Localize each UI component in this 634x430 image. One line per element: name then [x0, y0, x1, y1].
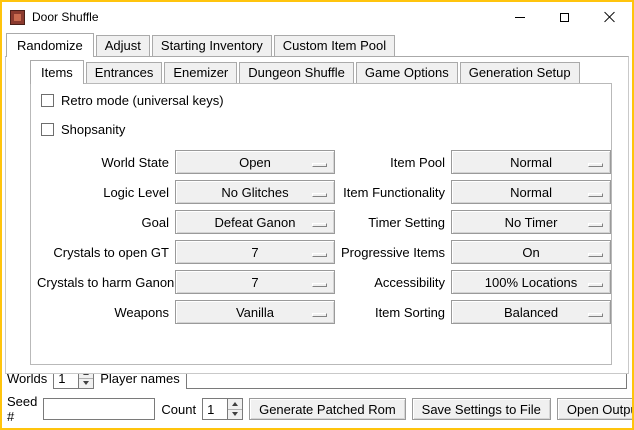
progressive-items-dropdown[interactable]: On — [451, 240, 611, 264]
weapons-dropdown[interactable]: Vanilla — [175, 300, 335, 324]
item-pool-label: Item Pool — [341, 155, 445, 170]
crystals-gt-dropdown[interactable]: 7 — [175, 240, 335, 264]
shopsanity-row: Shopsanity — [31, 117, 611, 142]
shopsanity-label: Shopsanity — [61, 122, 125, 137]
tab-enemizer[interactable]: Enemizer — [164, 62, 237, 83]
goal-label: Goal — [37, 215, 169, 230]
item-sorting-dropdown[interactable]: Balanced — [451, 300, 611, 324]
inner-tabstrip: Items Entrances Enemizer Dungeon Shuffle… — [6, 61, 628, 83]
progressive-items-label: Progressive Items — [341, 245, 445, 260]
maximize-button[interactable] — [542, 2, 587, 32]
dropdown-indicator-icon — [312, 193, 327, 197]
dropdown-indicator-icon — [588, 283, 603, 287]
count-spinner-up[interactable] — [228, 399, 242, 409]
logic-level-dropdown[interactable]: No Glitches — [175, 180, 335, 204]
retro-mode-label: Retro mode (universal keys) — [61, 93, 224, 108]
outer-tabstrip: Randomize Adjust Starting Inventory Cust… — [2, 33, 632, 56]
dropdown-indicator-icon — [312, 253, 327, 257]
save-settings-button[interactable]: Save Settings to File — [412, 398, 551, 420]
count-label: Count — [161, 402, 196, 417]
goal-dropdown[interactable]: Defeat Ganon — [175, 210, 335, 234]
crystals-ganon-dropdown[interactable]: 7 — [175, 270, 335, 294]
maximize-icon — [560, 13, 569, 22]
minimize-icon — [515, 17, 525, 18]
tab-generation-setup[interactable]: Generation Setup — [460, 62, 580, 83]
weapons-value: Vanilla — [236, 305, 274, 320]
crystals-gt-label: Crystals to open GT — [37, 245, 169, 260]
dropdown-indicator-icon — [312, 313, 327, 317]
item-sorting-label: Item Sorting — [341, 305, 445, 320]
world-state-dropdown[interactable]: Open — [175, 150, 335, 174]
count-spinner-value: 1 — [203, 399, 227, 419]
tab-items[interactable]: Items — [30, 60, 84, 84]
tab-dungeon-shuffle[interactable]: Dungeon Shuffle — [239, 62, 354, 83]
timer-setting-label: Timer Setting — [341, 215, 445, 230]
window: Door Shuffle Randomize Adjust Starting I… — [0, 0, 634, 430]
tab-randomize[interactable]: Randomize — [6, 33, 94, 57]
tab-custom-item-pool[interactable]: Custom Item Pool — [274, 35, 395, 56]
timer-setting-value: No Timer — [505, 215, 558, 230]
dropdown-indicator-icon — [312, 223, 327, 227]
randomize-pane: Items Entrances Enemizer Dungeon Shuffle… — [5, 56, 629, 374]
dropdown-indicator-icon — [588, 193, 603, 197]
bottom-frame: Worlds 1 Player names Seed # Count 1 — [7, 367, 627, 424]
crystals-ganon-value: 7 — [251, 275, 258, 290]
tab-starting-inventory[interactable]: Starting Inventory — [152, 35, 272, 56]
titlebar: Door Shuffle — [2, 2, 632, 32]
dropdown-indicator-icon — [588, 163, 603, 167]
tab-adjust[interactable]: Adjust — [96, 35, 150, 56]
seed-label: Seed # — [7, 394, 37, 424]
item-functionality-value: Normal — [510, 185, 552, 200]
window-controls — [497, 2, 632, 32]
dropdown-indicator-icon — [588, 223, 603, 227]
tab-entrances[interactable]: Entrances — [86, 62, 163, 83]
accessibility-value: 100% Locations — [485, 275, 578, 290]
accessibility-dropdown[interactable]: 100% Locations — [451, 270, 611, 294]
spinner-up-icon — [232, 402, 238, 406]
tab-game-options[interactable]: Game Options — [356, 62, 458, 83]
item-functionality-label: Item Functionality — [341, 185, 445, 200]
spinner-down-icon — [83, 381, 89, 385]
accessibility-label: Accessibility — [341, 275, 445, 290]
world-state-value: Open — [239, 155, 271, 170]
retro-mode-row: Retro mode (universal keys) — [31, 88, 611, 113]
goal-value: Defeat Ganon — [215, 215, 296, 230]
crystals-gt-value: 7 — [251, 245, 258, 260]
count-spinner[interactable]: 1 — [202, 398, 243, 420]
dropdown-indicator-icon — [588, 253, 603, 257]
shopsanity-checkbox[interactable] — [41, 123, 54, 136]
settings-form: World State Open Item Pool Normal Logic … — [31, 142, 611, 324]
minimize-button[interactable] — [497, 2, 542, 32]
generate-patched-rom-button[interactable]: Generate Patched Rom — [249, 398, 406, 420]
item-pool-value: Normal — [510, 155, 552, 170]
logic-level-value: No Glitches — [221, 185, 288, 200]
crystals-ganon-label: Crystals to harm Ganon — [37, 275, 169, 290]
logic-level-label: Logic Level — [37, 185, 169, 200]
seed-row: Seed # Count 1 Generate Patched Rom Save… — [7, 394, 627, 424]
count-spinner-arrows — [227, 399, 242, 419]
dropdown-indicator-icon — [312, 283, 327, 287]
window-title: Door Shuffle — [32, 10, 99, 24]
seed-input[interactable] — [43, 398, 155, 420]
item-sorting-value: Balanced — [504, 305, 558, 320]
dropdown-indicator-icon — [588, 313, 603, 317]
timer-setting-dropdown[interactable]: No Timer — [451, 210, 611, 234]
dropdown-indicator-icon — [312, 163, 327, 167]
retro-mode-checkbox[interactable] — [41, 94, 54, 107]
worlds-spinner-down[interactable] — [79, 378, 93, 389]
count-spinner-down[interactable] — [228, 409, 242, 420]
app-icon — [10, 10, 25, 25]
spinner-down-icon — [232, 412, 238, 416]
close-button[interactable] — [587, 2, 632, 32]
item-functionality-dropdown[interactable]: Normal — [451, 180, 611, 204]
close-icon — [604, 11, 616, 23]
item-pool-dropdown[interactable]: Normal — [451, 150, 611, 174]
items-pane: Retro mode (universal keys) Shopsanity W… — [30, 83, 612, 365]
progressive-items-value: On — [522, 245, 539, 260]
open-output-directory-button[interactable]: Open Output Directory — [557, 398, 634, 420]
weapons-label: Weapons — [37, 305, 169, 320]
world-state-label: World State — [37, 155, 169, 170]
